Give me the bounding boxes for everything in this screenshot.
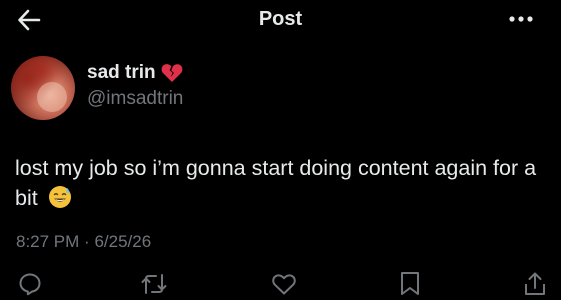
repost-button[interactable]: [140, 270, 168, 298]
reply-button[interactable]: [16, 270, 44, 298]
post-date: 6/25/26: [94, 232, 152, 251]
more-options-button[interactable]: [508, 10, 534, 28]
broken-heart-icon: [161, 64, 182, 82]
action-bar: [0, 268, 561, 300]
top-bar: Post: [0, 0, 561, 40]
repost-icon: [141, 274, 167, 294]
post-body: lost my job so i’m gonna start doing con…: [15, 156, 537, 210]
reply-icon: [19, 273, 41, 296]
avatar[interactable]: [11, 56, 75, 120]
author-handle[interactable]: @imsadtrin: [87, 88, 183, 110]
share-button[interactable]: [521, 270, 549, 298]
post-timestamp[interactable]: 8:27 PM · 6/25/26: [16, 232, 151, 252]
like-icon: [272, 274, 296, 295]
share-icon: [525, 272, 545, 295]
like-button[interactable]: [270, 270, 298, 298]
bookmark-button[interactable]: [396, 270, 424, 298]
bookmark-icon: [401, 272, 419, 295]
post-text: lost my job so i’m gonna start doing con…: [15, 153, 545, 213]
avatar-face: [37, 82, 67, 112]
author-display-name[interactable]: sad trin: [87, 62, 156, 84]
meta-separator: ·: [84, 232, 90, 251]
page-title: Post: [258, 8, 303, 30]
author-name-row[interactable]: sad trin: [87, 62, 183, 84]
post-time: 8:27 PM: [16, 232, 80, 251]
sweat-smile-emoji-icon: [48, 186, 71, 208]
more-horizontal-icon: [509, 16, 533, 22]
